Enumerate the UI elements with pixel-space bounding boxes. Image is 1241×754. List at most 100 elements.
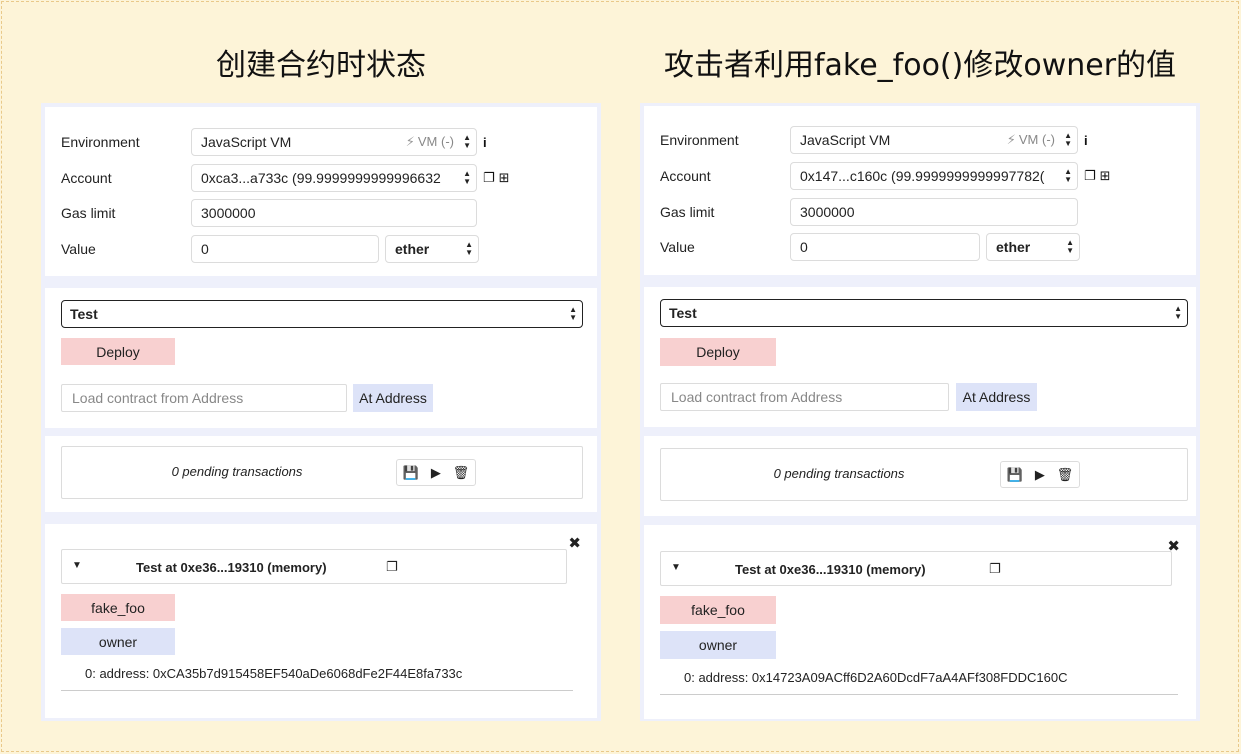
gas-limit-row: Gas limit 3000000	[660, 198, 1078, 226]
environment-label: Environment	[61, 134, 140, 150]
run-panel-left: Environment JavaScript VM ⚡ VM (-) ▲ ▼ i A…	[41, 103, 601, 721]
deploy-section: Test ▲ ▼ Deploy Load contract from Addres…	[45, 288, 597, 428]
environment-section: Environment JavaScript VM ⚡ VM (-) ▲ ▼ i A…	[644, 106, 1196, 275]
instance-section: ✖ ▼ Test at 0xe36...19310 (memory) ❐ fak…	[45, 524, 597, 718]
owner-result: 0: address: 0xCA35b7d915458EF540aDe6068d…	[85, 666, 463, 681]
copy-icon[interactable]: ❐	[1084, 168, 1096, 184]
value-input[interactable]: 0	[191, 235, 379, 263]
caret-down-icon[interactable]: ▼	[72, 560, 82, 571]
account-row: Account 0xca3...a733c (99.99999999999966…	[61, 164, 510, 192]
contract-select[interactable]: Test ▲ ▼	[61, 300, 583, 328]
account-select[interactable]: 0x147...c160c (99.9999999999997782( ▲ ▼	[790, 162, 1078, 190]
gas-limit-input[interactable]: 3000000	[191, 199, 477, 227]
select-arrows-icon: ▲ ▼	[1174, 304, 1182, 321]
divider	[660, 694, 1178, 695]
contract-select[interactable]: Test ▲ ▼	[660, 299, 1188, 327]
environment-section: Environment JavaScript VM ⚡ VM (-) ▲ ▼ i A…	[45, 107, 597, 276]
play-icon[interactable]: ▶	[431, 465, 441, 481]
select-arrows-icon: ▲ ▼	[465, 240, 473, 257]
gas-limit-input[interactable]: 3000000	[790, 198, 1078, 226]
vm-tag: ⚡ VM (-)	[405, 134, 454, 149]
run-panel-right: Environment JavaScript VM ⚡ VM (-) ▲ ▼ i A…	[640, 103, 1200, 721]
save-icon[interactable]: 💾	[1007, 467, 1023, 483]
close-icon[interactable]: ✖	[568, 534, 581, 552]
unit-select[interactable]: ether ▲ ▼	[986, 233, 1080, 261]
copy-icon[interactable]: ❐	[483, 170, 495, 186]
select-arrows-icon: ▲ ▼	[1066, 238, 1074, 255]
environment-row: Environment JavaScript VM ⚡ VM (-) ▲ ▼ i	[660, 126, 1088, 154]
value-row: Value 0 ether ▲ ▼	[61, 235, 479, 263]
trash-icon[interactable]: 🗑	[1057, 467, 1074, 483]
account-row: Account 0x147...c160c (99.99999999999977…	[660, 162, 1111, 190]
environment-row: Environment JavaScript VM ⚡ VM (-) ▲ ▼ i	[61, 128, 487, 156]
pending-section: 0 pending transactions 💾 ▶ 🗑	[644, 436, 1196, 516]
unit-value: ether	[395, 241, 430, 257]
value-label: Value	[61, 241, 96, 257]
instance-header[interactable]: ▼ Test at 0xe36...19310 (memory) ❐	[660, 551, 1172, 586]
plug-icon: ⚡	[1006, 132, 1016, 147]
account-value: 0xca3...a733c (99.9999999999996632	[201, 170, 441, 186]
deploy-section: Test ▲ ▼ Deploy Load contract from Addres…	[644, 287, 1196, 427]
contract-select-value: Test	[70, 306, 98, 322]
deploy-button[interactable]: Deploy	[61, 338, 175, 365]
deploy-button[interactable]: Deploy	[660, 338, 776, 366]
unit-value: ether	[996, 239, 1031, 255]
pending-transactions-text: 0 pending transactions	[773, 466, 905, 481]
copy-icon[interactable]: ❐	[989, 561, 1001, 577]
pending-transactions-text: 0 pending transactions	[171, 464, 303, 479]
gas-limit-label: Gas limit	[61, 205, 116, 221]
environment-select[interactable]: JavaScript VM ⚡ VM (-) ▲ ▼	[191, 128, 477, 156]
gas-limit-label: Gas limit	[660, 204, 715, 220]
select-arrows-icon: ▲ ▼	[463, 133, 471, 150]
value-input[interactable]: 0	[790, 233, 980, 261]
pending-tools: 💾 ▶ 🗑	[1000, 461, 1080, 488]
instance-title: Test at 0xe36...19310 (memory)	[735, 562, 926, 577]
select-arrows-icon: ▲ ▼	[1064, 131, 1072, 148]
environment-value: JavaScript VM	[201, 134, 292, 150]
plug-icon: ⚡	[405, 134, 415, 149]
fake-foo-button[interactable]: fake_foo	[61, 594, 175, 621]
account-select[interactable]: 0xca3...a733c (99.9999999999996632 ▲ ▼	[191, 164, 477, 192]
caret-down-icon[interactable]: ▼	[671, 562, 681, 573]
pending-tools: 💾 ▶ 🗑	[396, 459, 476, 486]
save-icon[interactable]: 💾	[403, 465, 419, 481]
account-label: Account	[660, 168, 711, 184]
copy-icon[interactable]: ❐	[386, 559, 398, 575]
at-address-button[interactable]: At Address	[353, 384, 433, 412]
value-label: Value	[660, 239, 695, 255]
instance-header[interactable]: ▼ Test at 0xe36...19310 (memory) ❐	[61, 549, 567, 584]
caption-right: 攻击者利用fake_foo()修改owner的值	[663, 48, 1177, 83]
info-icon[interactable]: i	[483, 135, 487, 150]
fake-foo-button[interactable]: fake_foo	[660, 596, 776, 624]
info-icon[interactable]: i	[1084, 133, 1088, 148]
caption-left: 创建合约时状态	[216, 48, 426, 83]
value-row: Value 0 ether ▲ ▼	[660, 233, 1080, 261]
select-arrows-icon: ▲ ▼	[569, 305, 577, 322]
account-value: 0x147...c160c (99.9999999999997782(	[800, 168, 1045, 184]
add-icon[interactable]: ⊞	[1100, 168, 1111, 184]
owner-button[interactable]: owner	[61, 628, 175, 655]
select-arrows-icon: ▲ ▼	[1064, 167, 1072, 184]
load-address-input[interactable]: Load contract from Address	[660, 383, 949, 411]
environment-select[interactable]: JavaScript VM ⚡ VM (-) ▲ ▼	[790, 126, 1078, 154]
add-icon[interactable]: ⊞	[499, 170, 510, 186]
instance-section: ✖ ▼ Test at 0xe36...19310 (memory) ❐ fak…	[644, 525, 1196, 719]
load-address-input[interactable]: Load contract from Address	[61, 384, 347, 412]
pending-transactions-box: 0 pending transactions 💾 ▶ 🗑	[61, 446, 583, 499]
pending-section: 0 pending transactions 💾 ▶ 🗑	[45, 436, 597, 512]
environment-value: JavaScript VM	[800, 132, 891, 148]
owner-result: 0: address: 0x14723A09ACff6D2A60DcdF7aA4…	[684, 670, 1068, 685]
pending-transactions-box: 0 pending transactions 💾 ▶ 🗑	[660, 448, 1188, 501]
contract-select-value: Test	[669, 305, 697, 321]
play-icon[interactable]: ▶	[1035, 467, 1045, 483]
select-arrows-icon: ▲ ▼	[463, 169, 471, 186]
environment-label: Environment	[660, 132, 739, 148]
gas-limit-row: Gas limit 3000000	[61, 199, 477, 227]
vm-tag: ⚡ VM (-)	[1006, 132, 1055, 147]
divider	[61, 690, 573, 691]
account-label: Account	[61, 170, 112, 186]
unit-select[interactable]: ether ▲ ▼	[385, 235, 479, 263]
trash-icon[interactable]: 🗑	[453, 465, 470, 481]
at-address-button[interactable]: At Address	[956, 383, 1037, 411]
owner-button[interactable]: owner	[660, 631, 776, 659]
